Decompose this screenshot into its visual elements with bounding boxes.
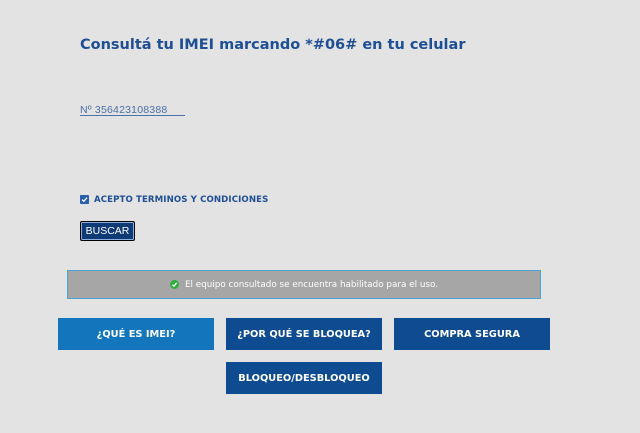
status-message-box: El equipo consultado se encuentra habili… — [67, 270, 541, 299]
page-title: Consultá tu IMEI marcando *#06# en tu ce… — [80, 37, 466, 53]
imei-input[interactable] — [80, 101, 185, 119]
why-blocked-button[interactable]: ¿POR QUÉ SE BLOQUEA? — [226, 318, 382, 350]
block-unblock-button[interactable]: BLOQUEO/DESBLOQUEO — [226, 362, 382, 394]
what-is-imei-button[interactable]: ¿QUÉ ES IMEI? — [58, 318, 214, 350]
secure-purchase-button[interactable]: COMPRA SEGURA — [394, 318, 550, 350]
terms-label[interactable]: ACEPTO TERMINOS Y CONDICIONES — [94, 195, 268, 205]
check-circle-icon — [169, 280, 179, 289]
search-button[interactable]: BUSCAR — [80, 221, 135, 241]
checkmark-icon — [81, 197, 88, 203]
status-message: El equipo consultado se encuentra habili… — [184, 279, 439, 290]
terms-checkbox[interactable] — [80, 195, 89, 204]
imei-field[interactable] — [80, 98, 185, 119]
terms-row[interactable]: ACEPTO TERMINOS Y CONDICIONES — [80, 193, 268, 206]
